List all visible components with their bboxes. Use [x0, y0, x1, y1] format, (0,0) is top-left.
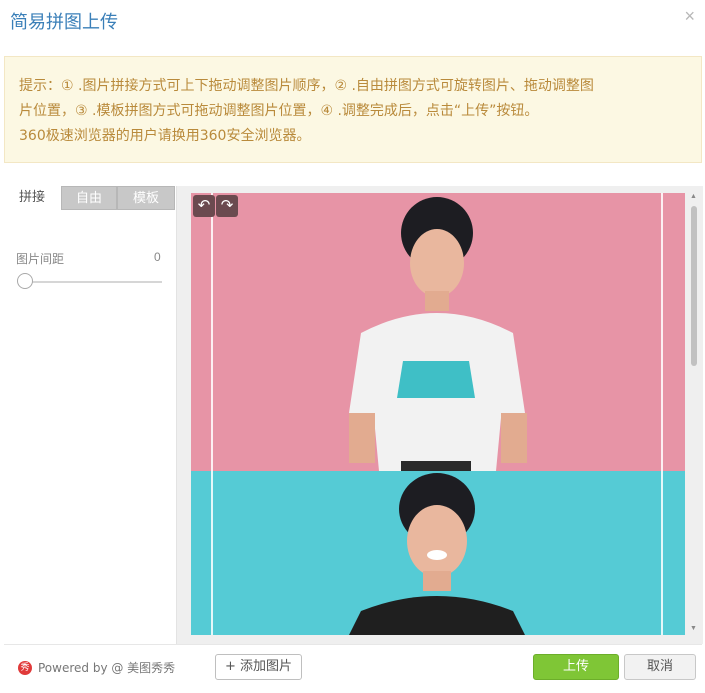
spacing-label: 图片间距 [16, 252, 65, 266]
settings-panel: 拼接 自由 模板 图片间距 0 [4, 186, 177, 644]
close-icon[interactable]: × [684, 6, 695, 27]
scroll-thumb[interactable] [691, 206, 697, 366]
notice-line: 提示：① .图片拼接方式可上下拖动调整图片顺序，② .自由拼图方式可旋转图片、拖… [19, 78, 594, 94]
dialog-title: 简易拼图上传 [10, 12, 118, 33]
tab-stitch[interactable]: 拼接 [4, 186, 60, 210]
spacing-value: 0 [154, 250, 161, 264]
photo-top[interactable] [191, 193, 685, 471]
tab-free[interactable]: 自由 [61, 186, 117, 210]
photo-cyan-background [191, 471, 685, 635]
upload-button[interactable]: 上传 [533, 654, 619, 680]
photo-bottom[interactable] [191, 471, 685, 635]
rotate-right-icon[interactable]: ↷ [216, 195, 238, 217]
dialog-footer: 秀 Powered by @ 美图秀秀 + 添加图片 上传 取消 [4, 644, 702, 689]
tips-notice: 提示：① .图片拼接方式可上下拖动调整图片顺序，② .自由拼图方式可旋转图片、拖… [4, 56, 702, 163]
scroll-up-icon[interactable]: ▲ [690, 193, 697, 200]
meitu-logo-icon: 秀 [18, 660, 32, 675]
cancel-button[interactable]: 取消 [624, 654, 696, 680]
add-image-button[interactable]: + 添加图片 [215, 654, 302, 680]
notice-line: 片位置，③ .模板拼图方式可拖动调整图片位置，④ .调整完成后，点击“上传”按钮… [19, 103, 539, 119]
powered-by: 秀 Powered by @ 美图秀秀 [18, 659, 175, 676]
rotate-left-icon[interactable]: ↶ [193, 195, 215, 217]
scroll-down-icon[interactable]: ▼ [690, 625, 697, 632]
canvas-scrollbar[interactable]: ▲ ▼ [688, 193, 700, 635]
upload-dialog: 简易拼图上传 × 提示：① .图片拼接方式可上下拖动调整图片顺序，② .自由拼图… [0, 0, 705, 693]
spacing-slider-track[interactable] [18, 281, 162, 283]
collage-canvas[interactable] [191, 193, 685, 635]
notice-line: 360极速浏览器的用户请换用360安全浏览器。 [19, 128, 311, 144]
spacing-slider-thumb[interactable] [17, 273, 33, 289]
guide-line-right [661, 193, 663, 635]
mode-tabs: 拼接 自由 模板 [4, 186, 176, 210]
guide-line-left [211, 193, 213, 635]
powered-by-text: Powered by @ 美图秀秀 [38, 661, 176, 675]
photo-pink-background [191, 193, 685, 471]
tab-template[interactable]: 模板 [117, 186, 175, 210]
